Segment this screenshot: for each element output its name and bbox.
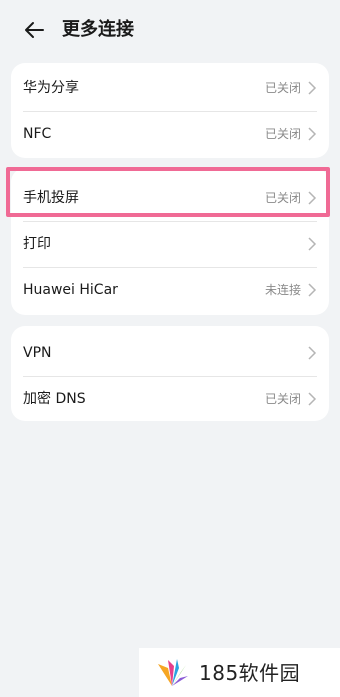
settings-item-status: 已关闭 [264, 392, 301, 406]
screen: 更多连接 华为分享 已关闭 NFC 已关闭 手机投屏 已关闭 打印 Huawei… [0, 0, 340, 697]
settings-group-2: 手机投屏 已关闭 打印 Huawei HiCar 未连接 [11, 168, 329, 315]
watermark-text: 185软件园 [199, 661, 301, 685]
settings-group-1: 华为分享 已关闭 NFC 已关闭 [11, 63, 329, 158]
chevron-right-icon [308, 127, 317, 141]
fan-logo-icon [158, 659, 188, 686]
chevron-right-icon [308, 392, 317, 406]
chevron-right-icon [308, 346, 317, 360]
settings-item-hicar[interactable]: Huawei HiCar 未连接 [11, 267, 329, 313]
chevron-right-icon [308, 81, 317, 95]
watermark: 185软件园 [139, 648, 340, 697]
settings-item-label: NFC [23, 126, 52, 142]
settings-item-status: 已关闭 [264, 191, 301, 205]
settings-item-nfc[interactable]: NFC 已关闭 [11, 111, 329, 157]
top-bar: 更多连接 [0, 0, 340, 60]
settings-item-huawei-share[interactable]: 华为分享 已关闭 [11, 65, 329, 111]
settings-item-label: 打印 [23, 236, 51, 252]
settings-item-status: 未连接 [264, 283, 301, 297]
settings-item-label: 华为分享 [23, 80, 79, 96]
settings-item-label: Huawei HiCar [23, 282, 118, 298]
chevron-right-icon [308, 237, 317, 251]
settings-item-status: 已关闭 [264, 127, 301, 141]
settings-item-screen-projection[interactable]: 手机投屏 已关闭 [11, 175, 329, 221]
arrow-left-icon [25, 22, 44, 38]
settings-item-encrypted-dns[interactable]: 加密 DNS 已关闭 [11, 376, 329, 422]
settings-item-status: 已关闭 [264, 81, 301, 95]
chevron-right-icon [308, 283, 317, 297]
page-title: 更多连接 [62, 19, 134, 40]
settings-item-vpn[interactable]: VPN [11, 330, 329, 376]
settings-item-print[interactable]: 打印 [11, 221, 329, 267]
back-button[interactable] [20, 16, 48, 44]
settings-item-label: VPN [23, 345, 52, 361]
chevron-right-icon [308, 191, 317, 205]
settings-item-label: 加密 DNS [23, 391, 86, 407]
settings-group-3: VPN 加密 DNS 已关闭 [11, 326, 329, 421]
settings-item-label: 手机投屏 [23, 190, 79, 206]
